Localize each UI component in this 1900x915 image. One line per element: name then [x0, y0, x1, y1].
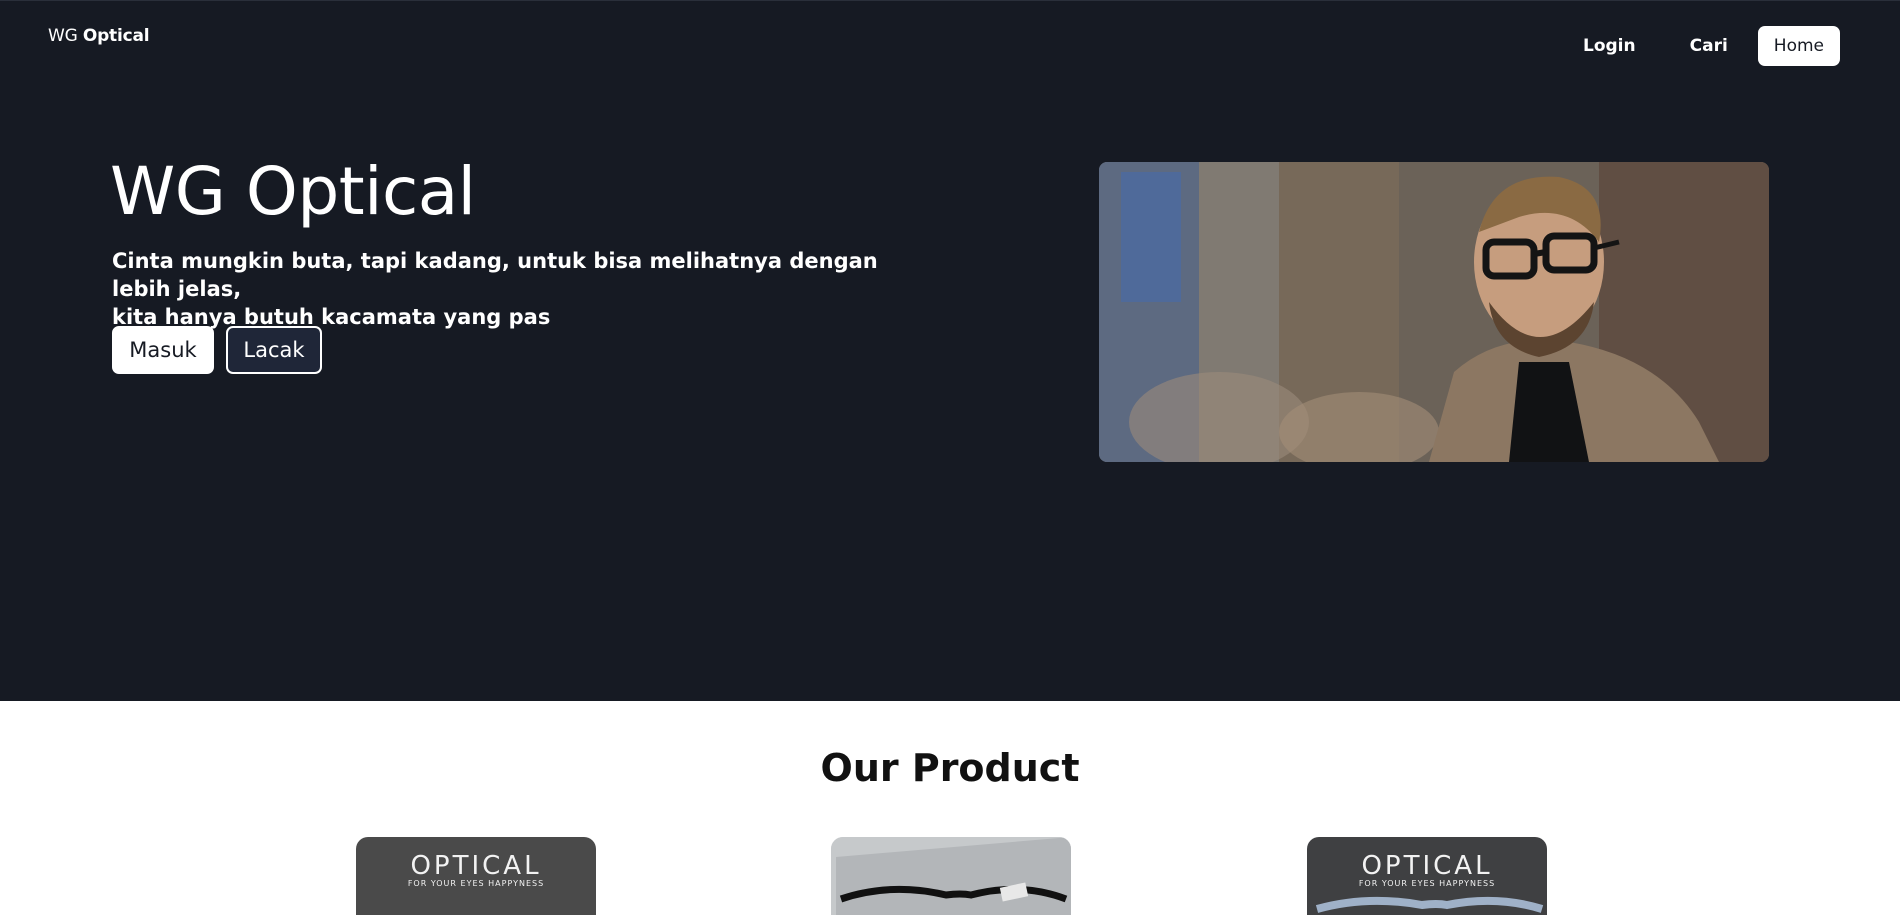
lacak-button[interactable]: Lacak	[226, 326, 322, 374]
product-card[interactable]: OPTICAL FOR YOUR EYES HAPPYNESS	[356, 837, 596, 915]
masuk-button[interactable]: Masuk	[112, 326, 214, 374]
brand-suffix: Optical	[82, 26, 150, 46]
nav-home-button[interactable]: Home	[1757, 26, 1840, 66]
glasses-photo	[831, 837, 1071, 915]
hero-subtitle-line-1: Cinta mungkin buta, tapi kadang, untuk b…	[112, 249, 878, 301]
brand-logo[interactable]: WG Optical	[48, 26, 150, 46]
hero-subtitle: Cinta mungkin buta, tapi kadang, untuk b…	[112, 247, 902, 331]
nav-login-link[interactable]: Login	[1567, 27, 1652, 65]
product-card-tagline: FOR YOUR EYES HAPPYNESS	[407, 879, 545, 888]
product-card[interactable]: OPTICAL FOR YOUR EYES HAPPYNESS	[1307, 837, 1547, 915]
nav-cari-link[interactable]: Cari	[1674, 27, 1744, 65]
hero-title: WG Optical	[110, 153, 476, 230]
brand-prefix: WG	[48, 26, 78, 46]
top-nav: Login Cari Home	[1545, 26, 1840, 66]
hero-photo-illustration	[1099, 162, 1769, 462]
products-section-title: Our Product	[820, 746, 1080, 790]
hero-section: WG Optical Login Cari Home WG Optical Ci…	[0, 0, 1900, 701]
hero-photo	[1099, 162, 1769, 462]
product-card[interactable]	[831, 837, 1071, 915]
glasses-photo	[1315, 896, 1544, 913]
product-card-logo: OPTICAL	[410, 851, 542, 881]
